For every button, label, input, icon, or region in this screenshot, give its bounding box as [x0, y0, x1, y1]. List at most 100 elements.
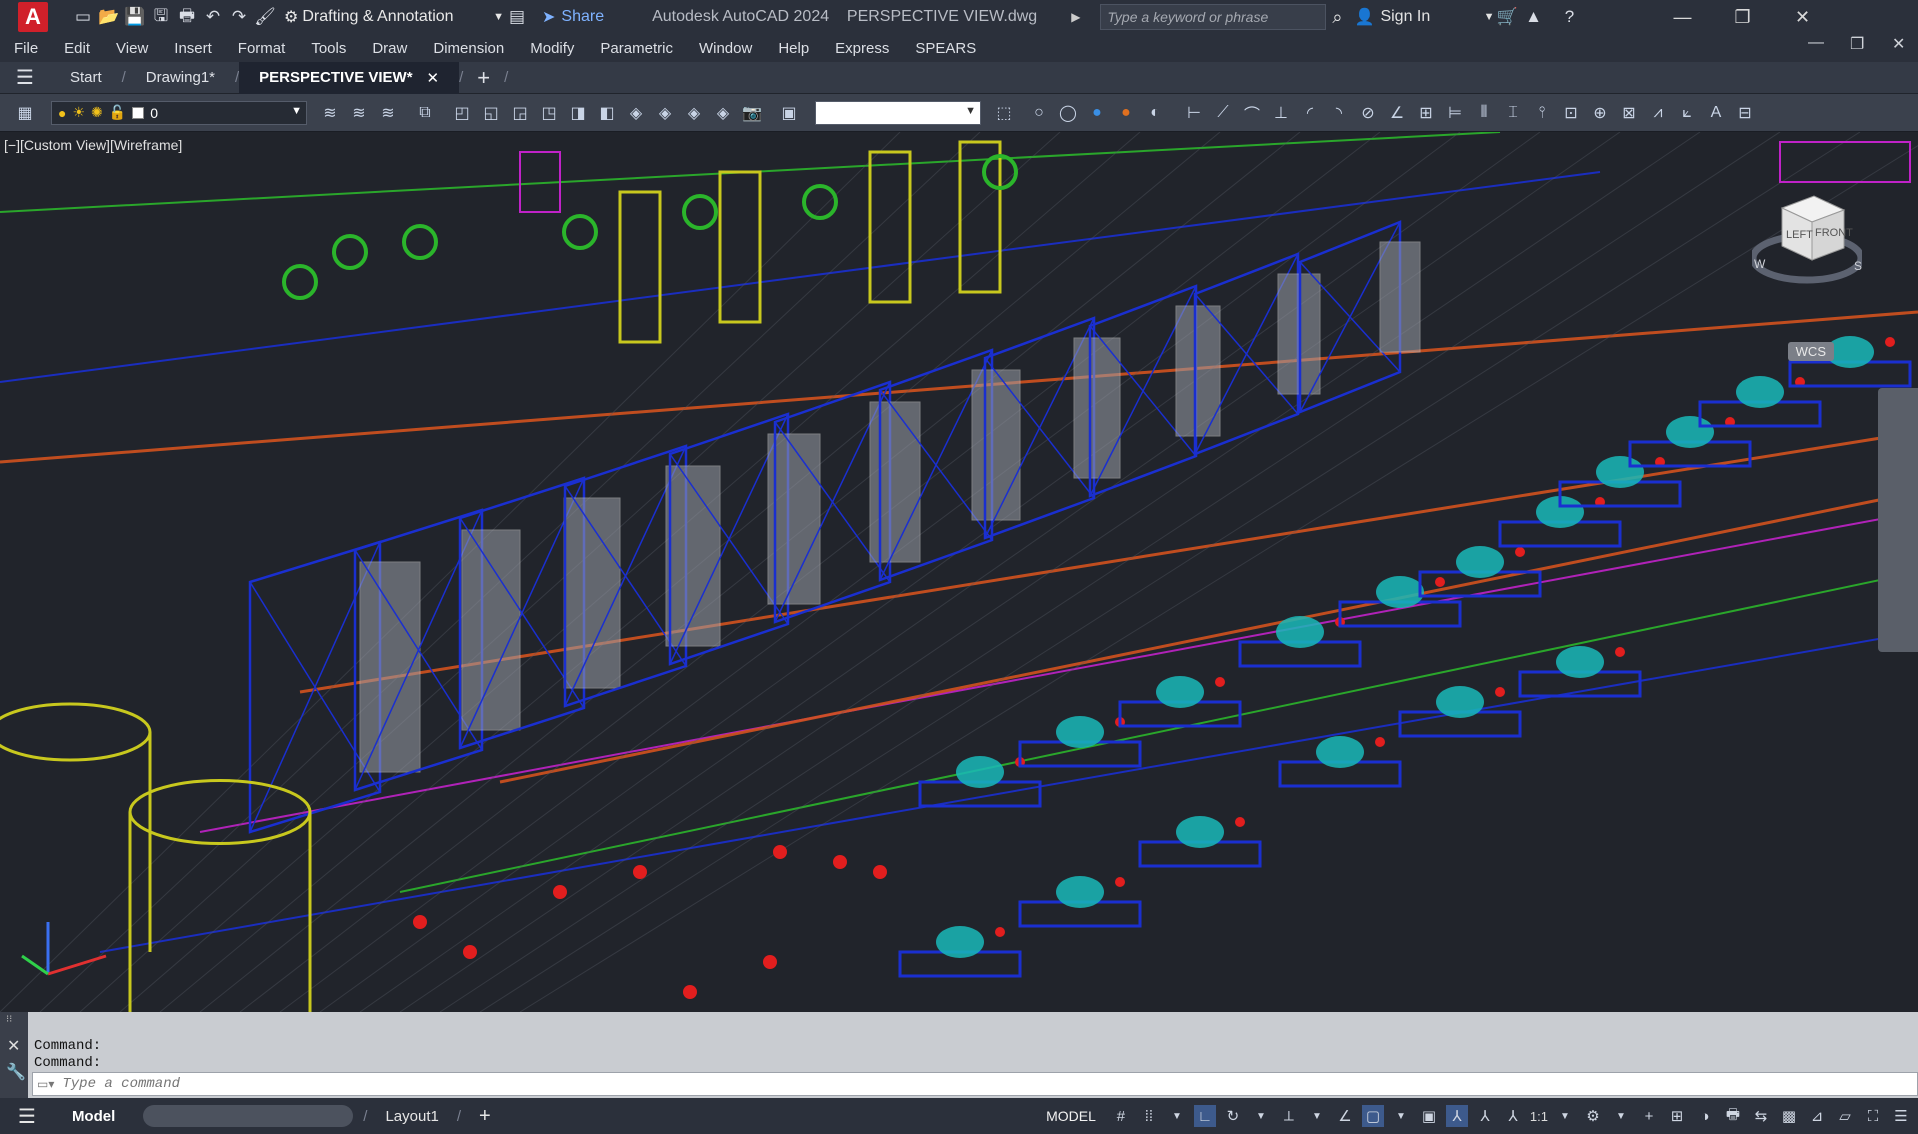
search-input[interactable]: Type a keyword or phrase: [1100, 4, 1327, 30]
match-properties-icon[interactable]: 🖌: [252, 4, 278, 30]
command-line[interactable]: ▭▾: [32, 1072, 1918, 1096]
isodraft-icon[interactable]: ⟂: [1278, 1105, 1300, 1127]
compass-west-label[interactable]: W: [1754, 257, 1766, 271]
doc-minimize-icon[interactable]: —: [1808, 34, 1824, 52]
linear-dimension-icon[interactable]: ⊢: [1181, 100, 1207, 126]
new-file-icon[interactable]: ▭: [70, 4, 96, 30]
plus-icon[interactable]: +: [1638, 1105, 1660, 1127]
undo-icon[interactable]: ↶: [200, 4, 226, 30]
jogged-linear-icon[interactable]: ⩘: [1645, 100, 1671, 126]
chevron-down-icon[interactable]: ▼: [1166, 1105, 1188, 1127]
view-front-icon[interactable]: ◨: [565, 100, 591, 126]
auto-scale-icon[interactable]: ⅄: [1474, 1105, 1496, 1127]
tab-perspective-view[interactable]: PERSPECTIVE VIEW* ✕: [239, 61, 460, 94]
restore-icon[interactable]: ❐: [1713, 7, 1773, 28]
sign-in-button[interactable]: 👤 Sign In ▼: [1355, 7, 1495, 27]
object-snap-icon[interactable]: ▢: [1361, 1105, 1384, 1127]
command-prompt-icon[interactable]: ▭▾: [37, 1077, 54, 1091]
realistic-style-icon[interactable]: ●: [1084, 100, 1110, 126]
layer-combo[interactable]: ● ☀ ✺ 🔓 0 ▼: [51, 100, 307, 125]
doc-restore-icon[interactable]: ❐: [1850, 34, 1864, 54]
annotation-scale-icon[interactable]: ⅄: [1502, 1105, 1524, 1127]
customization-icon[interactable]: ☰: [1890, 1105, 1912, 1127]
view-right-icon[interactable]: ◳: [536, 100, 562, 126]
layer-match-icon[interactable]: ⧉: [412, 100, 438, 126]
command-input[interactable]: [62, 1076, 1917, 1092]
conceptual-style-icon[interactable]: ●: [1113, 100, 1139, 126]
jogged-dimension-icon[interactable]: ◝: [1326, 100, 1352, 126]
make-current-layer-icon[interactable]: ≋: [317, 100, 343, 126]
menu-format[interactable]: Format: [238, 40, 286, 57]
dimension-space-icon[interactable]: ⌶: [1500, 100, 1526, 126]
tab-layout1[interactable]: Layout1: [367, 1108, 456, 1125]
share-button[interactable]: ➤ Share: [542, 7, 604, 27]
center-mark-icon[interactable]: ⊕: [1587, 100, 1613, 126]
radius-dimension-icon[interactable]: ◜: [1297, 100, 1323, 126]
autodesk-a360-icon[interactable]: ▲: [1521, 4, 1547, 30]
layer-states-icon[interactable]: ≋: [375, 100, 401, 126]
tab-drawing1[interactable]: Drawing1*: [126, 62, 235, 94]
tolerance-icon[interactable]: ⊡: [1558, 100, 1584, 126]
view-left-icon[interactable]: ◲: [507, 100, 533, 126]
quick-properties-icon[interactable]: ⊿: [1806, 1105, 1828, 1127]
angular-dimension-icon[interactable]: ∠: [1384, 100, 1410, 126]
continue-dimension-icon[interactable]: ⫴: [1471, 100, 1497, 126]
snap-icon[interactable]: ⁞⁞: [1138, 1105, 1160, 1127]
selection-cycling-icon[interactable]: ▱: [1834, 1105, 1856, 1127]
ortho-icon[interactable]: ∟: [1193, 1105, 1216, 1127]
menu-file[interactable]: File: [14, 40, 38, 57]
tab-start[interactable]: Start: [50, 62, 122, 94]
hardware-acceleration-icon[interactable]: 🖶: [1722, 1105, 1744, 1127]
redo-icon[interactable]: ↷: [226, 4, 252, 30]
layer-properties-icon[interactable]: ▦: [12, 100, 38, 126]
chevron-right-icon[interactable]: ▶: [1071, 10, 1080, 24]
menu-help[interactable]: Help: [778, 40, 809, 57]
wireframe-icon[interactable]: ○: [1026, 100, 1052, 126]
named-views-icon[interactable]: ▣: [776, 100, 802, 126]
close-icon[interactable]: ✕: [7, 1036, 20, 1056]
doc-close-icon[interactable]: ✕: [1892, 34, 1905, 54]
chevron-down-icon[interactable]: ▼: [1306, 1105, 1328, 1127]
visual-style-icon[interactable]: ⬚: [991, 100, 1017, 126]
baseline-dimension-icon[interactable]: ⊨: [1442, 100, 1468, 126]
save-as-icon[interactable]: 🖫: [148, 4, 174, 30]
transparency-icon[interactable]: ▣: [1418, 1105, 1440, 1127]
menu-dimension[interactable]: Dimension: [433, 40, 504, 57]
workspace-selector[interactable]: ⚙ Drafting & Annotation ▼: [284, 7, 504, 27]
view-bottom-icon[interactable]: ◱: [478, 100, 504, 126]
gear-icon[interactable]: ⚙: [1582, 1105, 1604, 1127]
ordinate-dimension-icon[interactable]: ⊥: [1268, 100, 1294, 126]
menu-parametric[interactable]: Parametric: [600, 40, 673, 57]
layout-tabs-menu-icon[interactable]: ☰: [0, 1104, 54, 1129]
chevron-down-icon[interactable]: ▼: [1554, 1105, 1576, 1127]
layout-tab-scroller[interactable]: [143, 1105, 354, 1127]
close-icon[interactable]: ✕: [1773, 7, 1833, 28]
layer-previous-icon[interactable]: ≋: [346, 100, 372, 126]
help-icon[interactable]: ?: [1557, 4, 1583, 30]
object-snap-tracking-icon[interactable]: ∠: [1334, 1105, 1356, 1127]
menu-draw[interactable]: Draw: [372, 40, 407, 57]
new-tab-button[interactable]: +: [463, 62, 504, 94]
minimize-icon[interactable]: —: [1653, 7, 1713, 28]
inspection-icon[interactable]: ⊠: [1616, 100, 1642, 126]
viewport-controls-label[interactable]: [−][Custom View][Wireframe]: [4, 137, 182, 153]
cart-icon[interactable]: 🛒: [1495, 4, 1521, 30]
open-file-icon[interactable]: 📂: [96, 4, 122, 30]
view-back-icon[interactable]: ◧: [594, 100, 620, 126]
dimension-update-icon[interactable]: ⊟: [1732, 100, 1758, 126]
dimension-break-icon[interactable]: ⫯: [1529, 100, 1555, 126]
view-sw-iso-icon[interactable]: ◈: [623, 100, 649, 126]
diameter-dimension-icon[interactable]: ⊘: [1355, 100, 1381, 126]
quick-dimension-icon[interactable]: ⊞: [1413, 100, 1439, 126]
view-se-iso-icon[interactable]: ◈: [652, 100, 678, 126]
menu-edit[interactable]: Edit: [64, 40, 90, 57]
drawing-viewport[interactable]: [−][Custom View][Wireframe] LEFT FRONT W…: [0, 132, 1918, 1012]
close-tab-icon[interactable]: ✕: [427, 69, 440, 87]
navigation-bar[interactable]: [1878, 388, 1918, 652]
model-space-toggle[interactable]: MODEL: [1046, 1108, 1096, 1124]
view-top-icon[interactable]: ◰: [449, 100, 475, 126]
autocad-logo-icon[interactable]: A: [18, 2, 48, 32]
camera-icon[interactable]: 📷: [739, 100, 765, 126]
view-combo[interactable]: ▼: [815, 100, 981, 125]
polar-tracking-icon[interactable]: ↻: [1222, 1105, 1244, 1127]
